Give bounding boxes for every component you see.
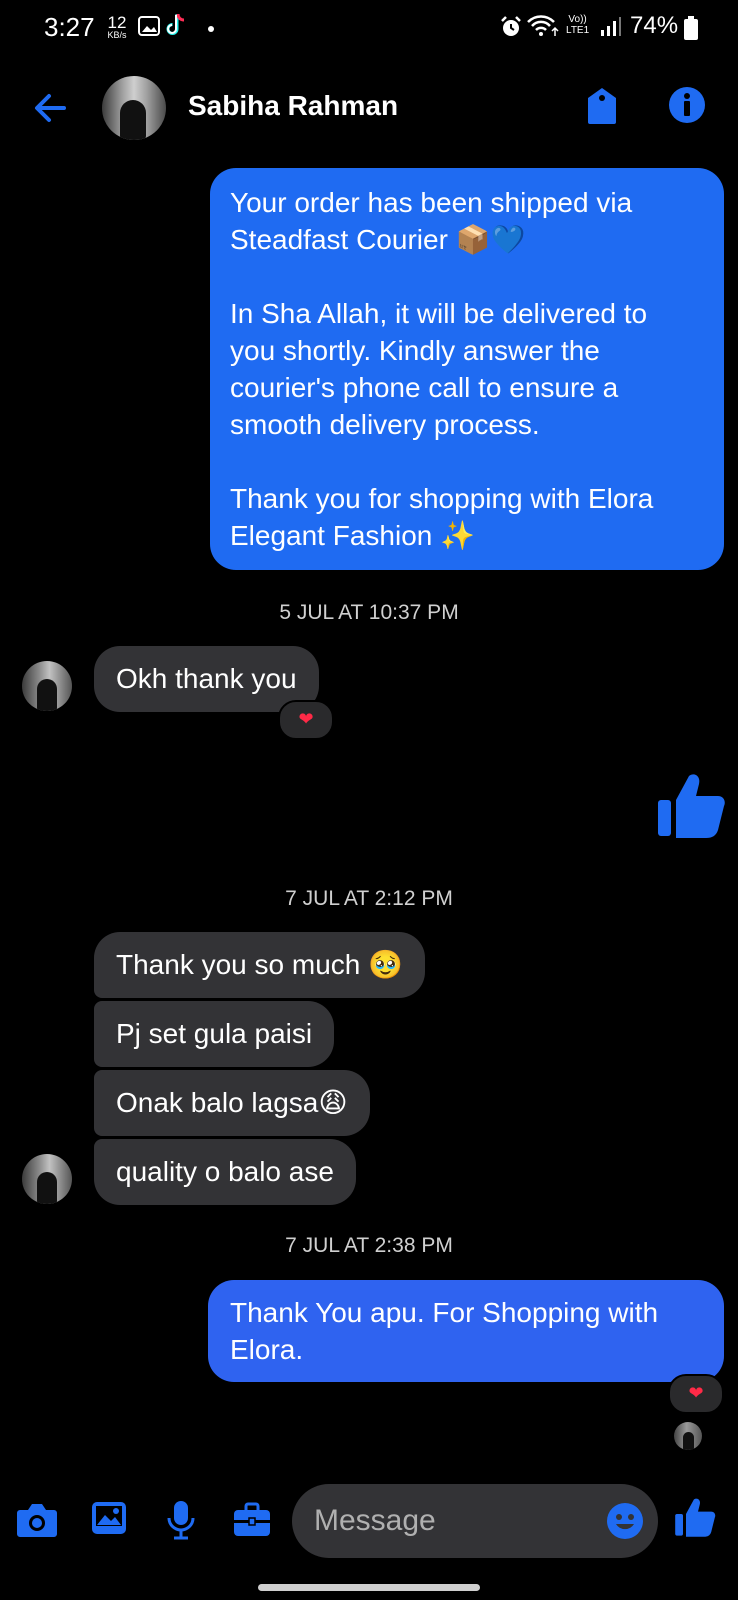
thumbs-up-like-icon[interactable] bbox=[656, 770, 726, 845]
label-tag-icon[interactable] bbox=[586, 86, 618, 131]
status-time: 3:27 bbox=[44, 12, 95, 42]
battery-percent: 74% bbox=[630, 12, 679, 39]
business-tools-icon[interactable] bbox=[232, 1502, 272, 1543]
outgoing-message-bubble[interactable]: Your order has been shipped via Steadfas… bbox=[210, 168, 724, 570]
signal-icon bbox=[600, 16, 622, 43]
message-line: Thank You apu. For Shopping with bbox=[230, 1297, 659, 1328]
contact-name[interactable]: Sabiha Rahman bbox=[188, 90, 398, 122]
microphone-icon[interactable] bbox=[166, 1500, 196, 1545]
contact-avatar[interactable] bbox=[102, 76, 166, 140]
message-line: courier's phone call to ensure a bbox=[230, 372, 619, 403]
gallery-notification-icon bbox=[138, 16, 160, 41]
outgoing-message-bubble[interactable]: Thank You apu. For Shopping with Elora. bbox=[208, 1280, 724, 1382]
message-line: In Sha Allah, it will be delivered to bbox=[230, 298, 648, 329]
message-input[interactable]: Message bbox=[292, 1484, 658, 1558]
message-line: Thank you for shopping with Elora bbox=[230, 483, 654, 514]
alarm-icon bbox=[500, 16, 522, 43]
back-arrow-icon[interactable] bbox=[30, 88, 70, 133]
seen-receipt-avatar bbox=[674, 1422, 702, 1450]
volte-line2: LTE1 bbox=[566, 25, 590, 36]
message-line: Elora. bbox=[230, 1334, 304, 1365]
message-line bbox=[230, 258, 704, 295]
message-timestamp: 7 JUL AT 2:12 PM bbox=[285, 887, 453, 910]
volte-indicator: Vo)) LTE1 bbox=[566, 14, 589, 36]
sender-avatar[interactable] bbox=[22, 661, 72, 711]
net-speed-value: 12 bbox=[107, 13, 127, 32]
gallery-icon[interactable] bbox=[90, 1500, 128, 1541]
emoji-icon[interactable] bbox=[606, 1502, 644, 1545]
volte-line1: Vo)) bbox=[568, 14, 587, 25]
message-line: Elegant Fashion ✨ bbox=[230, 520, 475, 551]
camera-icon[interactable] bbox=[16, 1502, 58, 1543]
more-notifications-dot bbox=[208, 26, 214, 32]
message-placeholder: Message bbox=[314, 1504, 436, 1537]
battery-icon bbox=[684, 16, 698, 45]
heart-reaction-icon[interactable]: ❤ bbox=[278, 700, 334, 740]
message-timestamp: 7 JUL AT 2:38 PM bbox=[285, 1234, 453, 1257]
message-line bbox=[230, 443, 704, 480]
sender-avatar[interactable] bbox=[22, 1154, 72, 1204]
net-speed: 12 KB/s bbox=[104, 14, 130, 40]
message-line: Your order has been shipped via bbox=[230, 187, 633, 218]
incoming-message-bubble[interactable]: Okh thank you bbox=[94, 646, 319, 712]
info-icon[interactable] bbox=[668, 86, 706, 129]
heart-reaction-icon[interactable]: ❤ bbox=[668, 1374, 724, 1414]
incoming-message-bubble[interactable]: Onak balo lagsa😩 bbox=[94, 1070, 370, 1136]
message-line: smooth delivery process. bbox=[230, 409, 540, 440]
incoming-message-bubble[interactable]: Thank you so much 🥹 bbox=[94, 932, 425, 998]
message-line: you shortly. Kindly answer the bbox=[230, 335, 600, 366]
incoming-message-bubble[interactable]: Pj set gula paisi bbox=[94, 1001, 335, 1067]
message-line: Steadfast Courier 📦💙 bbox=[230, 224, 526, 255]
thumbs-up-send-icon[interactable] bbox=[674, 1496, 716, 1543]
wifi-icon bbox=[526, 14, 560, 43]
message-timestamp: 5 JUL AT 10:37 PM bbox=[279, 601, 459, 624]
net-speed-unit: KB/s bbox=[107, 30, 127, 40]
tiktok-notification-icon bbox=[166, 12, 186, 45]
home-indicator[interactable] bbox=[258, 1584, 480, 1591]
incoming-message-bubble[interactable]: quality o balo ase bbox=[94, 1139, 356, 1205]
